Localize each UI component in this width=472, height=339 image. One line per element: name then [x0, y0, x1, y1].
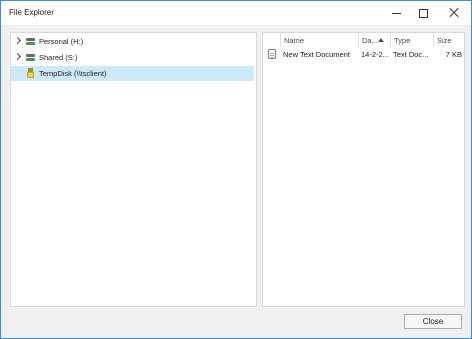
column-header-date[interactable]: Da...: [358, 33, 390, 47]
file-name: New Text Document: [283, 50, 350, 59]
column-header-size[interactable]: Size: [433, 33, 464, 47]
minimize-button[interactable]: [381, 1, 411, 25]
sort-ascending-icon: [378, 38, 384, 42]
tree-item-personal[interactable]: Personal (H:): [11, 34, 254, 49]
file-row[interactable]: New Text Document 14-2-2... Text Doc... …: [263, 49, 464, 62]
file-date: 14-2-2...: [361, 50, 389, 59]
maximize-icon: [418, 8, 428, 18]
tree-item-label: Shared (S:): [39, 53, 78, 62]
minimize-icon: [391, 13, 401, 14]
chevron-right-icon[interactable]: [13, 36, 22, 45]
file-list[interactable]: Name Da... Type Size New Text Document 1…: [262, 32, 465, 307]
usb-drive-icon: [27, 68, 35, 79]
folder-tree[interactable]: Personal (H:) Shared (S:) TempDisk (\\ts…: [10, 32, 257, 307]
close-window-button[interactable]: [439, 1, 469, 25]
column-header-name[interactable]: Name: [280, 33, 358, 47]
close-icon: [449, 8, 459, 18]
window-title: File Explorer: [9, 8, 54, 17]
network-drive-icon: [26, 53, 35, 62]
chevron-right-icon[interactable]: [13, 52, 22, 61]
network-drive-icon: [26, 37, 35, 46]
file-size: 7 KB: [445, 50, 462, 59]
tree-item-shared[interactable]: Shared (S:): [11, 50, 254, 65]
tree-item-label: TempDisk (\\tsclient): [39, 69, 107, 78]
text-document-icon: [268, 49, 276, 59]
file-explorer-window: File Explorer Personal (H:) Shared (S:): [0, 0, 472, 339]
title-bar[interactable]: File Explorer: [1, 1, 471, 25]
tree-item-label: Personal (H:): [39, 37, 84, 46]
column-header-type[interactable]: Type: [390, 33, 433, 47]
maximize-button[interactable]: [408, 1, 438, 25]
column-header-row: Name Da... Type Size: [263, 33, 464, 47]
tree-item-tempdisk[interactable]: TempDisk (\\tsclient): [11, 66, 254, 81]
close-button[interactable]: Close: [404, 314, 462, 329]
file-type: Text Doc...: [393, 50, 429, 59]
